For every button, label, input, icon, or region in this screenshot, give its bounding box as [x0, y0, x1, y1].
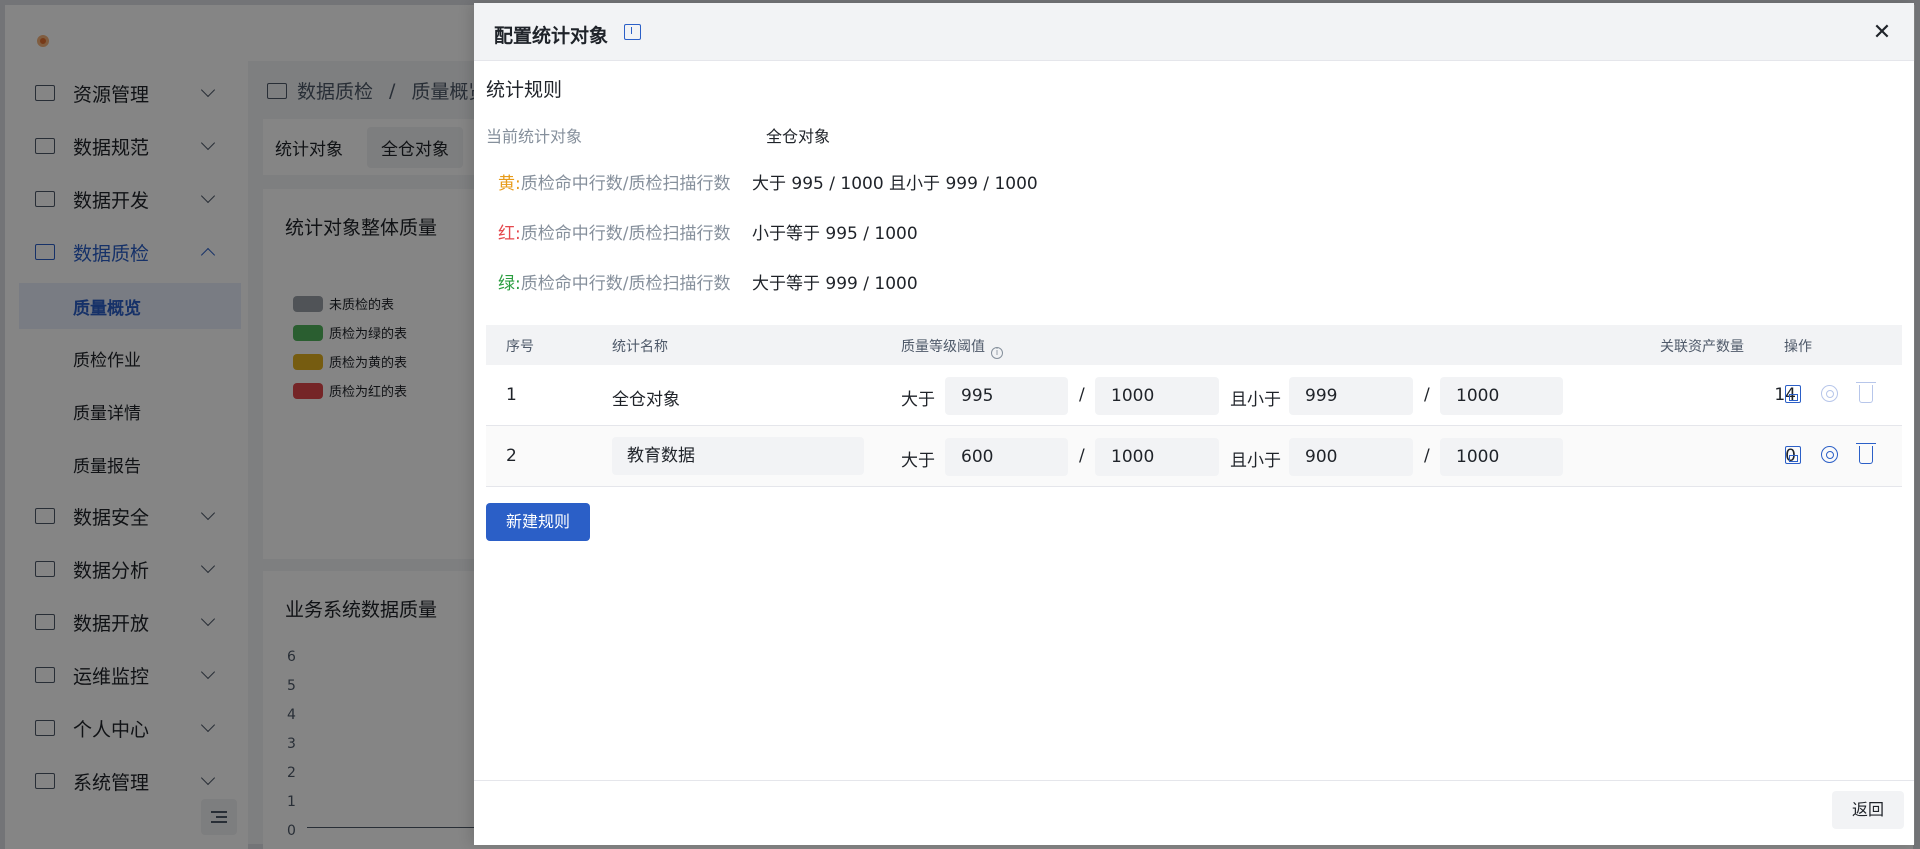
info-icon[interactable]: i — [991, 347, 1003, 359]
gt-denominator-input[interactable]: 1000 — [1095, 377, 1219, 415]
row-name-input[interactable]: 教育数据 — [612, 437, 864, 475]
slash: / — [1424, 385, 1430, 405]
rule-red: 红: 质检命中行数/质检扫描行数 小于等于 995 / 1000 — [498, 219, 918, 244]
book-icon[interactable] — [624, 24, 641, 40]
rule-desc: 大于等于 999 / 1000 — [752, 274, 918, 294]
rule-name: 质检命中行数/质检扫描行数 — [520, 224, 731, 244]
rule-yellow: 黄: 质检命中行数/质检扫描行数 大于 995 / 1000 且小于 999 /… — [498, 169, 1038, 194]
row-index: 1 — [506, 385, 517, 405]
rule-key: 黄: — [498, 174, 521, 194]
lt-numerator-input[interactable]: 900 — [1289, 438, 1413, 476]
delete-icon[interactable] — [1856, 382, 1876, 403]
section-title: 统计规则 — [486, 79, 563, 101]
current-object-value: 全仓对象 — [766, 127, 831, 146]
slash: / — [1424, 446, 1430, 466]
table-header: 序号 统计名称 质量等级阈值 i 关联资产数量 操作 — [486, 325, 1902, 365]
slash: / — [1079, 385, 1085, 405]
back-button[interactable]: 返回 — [1832, 791, 1904, 829]
table-row: 1 全仓对象 大于 995 / 1000 且小于 999 / 1000 14 — [486, 365, 1902, 426]
header-index: 序号 — [506, 339, 534, 355]
drawer-footer: 返回 — [474, 780, 1914, 845]
save-icon[interactable] — [1785, 446, 1801, 464]
config-drawer: 配置统计对象 ✕ 统计规则 当前统计对象 全仓对象 黄: 质检命中行数/质检扫描… — [474, 3, 1914, 845]
lt-denominator-input[interactable]: 1000 — [1440, 377, 1563, 415]
lt-numerator-input[interactable]: 999 — [1289, 377, 1413, 415]
save-icon[interactable] — [1785, 385, 1801, 403]
current-object-label: 当前统计对象 — [486, 127, 583, 146]
drawer-title: 配置统计对象 — [494, 25, 609, 47]
gt-numerator-input[interactable]: 600 — [945, 438, 1068, 476]
gt-denominator-input[interactable]: 1000 — [1095, 438, 1219, 476]
gt-label: 大于 — [901, 451, 935, 471]
header-count: 关联资产数量 — [1660, 339, 1744, 355]
row-name: 全仓对象 — [612, 390, 680, 410]
close-icon[interactable]: ✕ — [1872, 22, 1892, 44]
rule-key: 红: — [498, 224, 521, 244]
lt-label: 且小于 — [1230, 390, 1281, 410]
refresh-icon[interactable] — [1821, 446, 1838, 463]
rule-key: 绿: — [498, 274, 521, 294]
lt-denominator-input[interactable]: 1000 — [1440, 438, 1563, 476]
row-index: 2 — [506, 446, 517, 466]
gt-numerator-input[interactable]: 995 — [945, 377, 1068, 415]
rule-green: 绿: 质检命中行数/质检扫描行数 大于等于 999 / 1000 — [498, 269, 918, 294]
new-rule-button[interactable]: 新建规则 — [486, 503, 590, 541]
rule-name: 质检命中行数/质检扫描行数 — [520, 174, 731, 194]
rule-desc: 小于等于 995 / 1000 — [752, 224, 918, 244]
header-threshold: 质量等级阈值 i — [901, 336, 1003, 359]
table-row: 2 教育数据 大于 600 / 1000 且小于 900 / 1000 0 — [486, 426, 1902, 487]
rule-desc: 大于 995 / 1000 且小于 999 / 1000 — [752, 174, 1038, 194]
rules-table: 序号 统计名称 质量等级阈值 i 关联资产数量 操作 1 全仓对象 大于 995 … — [486, 325, 1902, 487]
slash: / — [1079, 446, 1085, 466]
header-actions: 操作 — [1784, 339, 1812, 355]
gt-label: 大于 — [901, 390, 935, 410]
header-threshold-label: 质量等级阈值 — [901, 339, 985, 355]
drawer-header: 配置统计对象 ✕ — [474, 3, 1914, 61]
header-name: 统计名称 — [612, 339, 668, 355]
lt-label: 且小于 — [1230, 451, 1281, 471]
delete-icon[interactable] — [1856, 443, 1876, 464]
rule-name: 质检命中行数/质检扫描行数 — [520, 274, 731, 294]
refresh-icon[interactable] — [1821, 385, 1838, 402]
